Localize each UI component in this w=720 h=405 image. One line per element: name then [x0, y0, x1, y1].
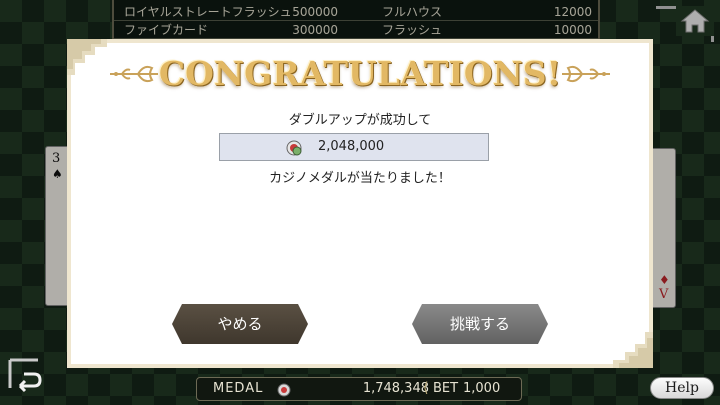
- quit-button[interactable]: やめる: [172, 304, 308, 344]
- congratulations-title: CONGRATULATIONS!: [158, 54, 562, 93]
- bet-amount: 1,000: [463, 381, 501, 396]
- help-button[interactable]: Help: [650, 377, 714, 399]
- prize-amount-box: 2,048,000: [219, 133, 489, 161]
- casino-chip-icon: [286, 140, 302, 156]
- medal-balance: 1,748,348: [362, 381, 429, 396]
- won-message: カジノメダルが当たりました！: [269, 171, 451, 186]
- medal-label: MEDAL: [213, 381, 264, 396]
- success-message: ダブルアップが成功して: [288, 113, 432, 128]
- stairs-corner-decoration: [613, 332, 653, 368]
- casino-chip-icon: [277, 383, 291, 397]
- challenge-button[interactable]: 挑戦する: [412, 304, 548, 344]
- bet-label: BET: [433, 381, 459, 396]
- status-separator: ⟨: [423, 380, 429, 396]
- status-bar: MEDAL 1,748,348 ⟨ BET 1,000: [196, 377, 522, 401]
- back-arrow-icon[interactable]: [8, 358, 48, 398]
- prize-amount: 2,048,000: [318, 139, 385, 154]
